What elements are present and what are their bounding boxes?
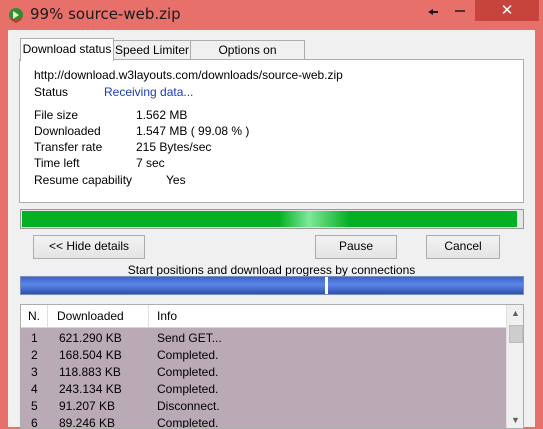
status-value: Receiving data... [104, 85, 194, 99]
column-header-n[interactable]: N. [28, 309, 40, 323]
cell-downloaded: 91.207 KB [59, 399, 116, 413]
column-divider [47, 305, 48, 327]
hide-details-button[interactable]: << Hide details [33, 235, 145, 259]
scroll-down-icon[interactable]: ▼ [507, 413, 523, 428]
transfer-rate-value: 215 Bytes/sec [136, 140, 212, 154]
maximize-icon [455, 10, 465, 12]
time-left-label: Time left [34, 156, 80, 170]
table-row[interactable]: 2 168.504 KB Completed. [21, 346, 506, 363]
cell-downloaded: 168.504 KB [59, 348, 122, 362]
cell-downloaded: 89.246 KB [59, 416, 116, 429]
status-label: Status [34, 85, 69, 99]
minimize-icon [428, 9, 438, 15]
table-row[interactable]: 4 243.134 KB Completed. [21, 380, 506, 397]
table-row[interactable]: 3 118.883 KB Completed. [21, 363, 506, 380]
download-status-panel: http://download.w3layouts.com/downloads/… [19, 59, 524, 203]
cell-info: Disconnect. [157, 399, 220, 413]
tab-label: Speed Limiter [114, 43, 190, 57]
table-row[interactable]: 5 91.207 KB Disconnect. [21, 397, 506, 414]
maximize-button[interactable] [446, 0, 474, 22]
cell-info: Completed. [157, 416, 219, 429]
column-divider [148, 305, 149, 327]
file-size-label: File size [34, 108, 79, 122]
cell-downloaded: 621.290 KB [59, 331, 122, 345]
downloaded-value: 1.547 MB ( 99.08 % ) [136, 124, 250, 138]
close-icon: ✕ [500, 1, 514, 19]
tab-options-on-completion[interactable]: Options on completion [190, 40, 305, 75]
cell-n: 2 [31, 348, 38, 362]
connections-table: N. Downloaded Info 1 621.290 KB Send GET… [20, 304, 524, 429]
cell-info: Completed. [157, 382, 219, 396]
cell-info: Completed. [157, 348, 219, 362]
table-row[interactable]: 1 621.290 KB Send GET... [21, 329, 506, 346]
cell-info: Send GET... [157, 331, 222, 345]
pause-button[interactable]: Pause [315, 235, 397, 259]
download-progress-bar [20, 209, 524, 229]
app-icon [9, 8, 23, 24]
resume-capability-value: Yes [166, 173, 186, 187]
cell-n: 3 [31, 365, 38, 379]
transfer-rate-label: Transfer rate [34, 140, 103, 154]
cell-n: 1 [31, 331, 38, 345]
window-title: 99% source-web.zip [30, 5, 181, 23]
cell-n: 4 [31, 382, 38, 396]
download-url: http://download.w3layouts.com/downloads/… [34, 68, 343, 82]
tab-download-status[interactable]: Download status [20, 38, 114, 61]
progress-fill [22, 211, 518, 227]
connections-progress-bar [20, 276, 524, 295]
cell-downloaded: 118.883 KB [59, 365, 121, 379]
column-header-info[interactable]: Info [157, 309, 177, 323]
time-left-value: 7 sec [136, 156, 165, 170]
cell-downloaded: 243.134 KB [59, 382, 122, 396]
cell-info: Completed. [157, 365, 219, 379]
table-scrollbar[interactable]: ▲ ▼ [506, 305, 523, 428]
title-bar: 99% source-web.zip ✕ [0, 0, 543, 30]
scroll-thumb[interactable] [509, 325, 523, 343]
resume-capability-label: Resume capability [34, 173, 133, 187]
minimize-button[interactable] [420, 0, 446, 22]
connection-start-marker [325, 277, 328, 294]
connections-caption: Start positions and download progress by… [127, 263, 416, 277]
cancel-button[interactable]: Cancel [426, 235, 500, 259]
file-size-value: 1.562 MB [136, 108, 188, 122]
close-button[interactable]: ✕ [475, 0, 539, 21]
dialog-client: Download status Speed Limiter Options on… [8, 30, 535, 429]
column-header-downloaded[interactable]: Downloaded [57, 309, 124, 323]
scroll-up-icon[interactable]: ▲ [507, 305, 523, 322]
tab-label: Download status [22, 42, 112, 56]
downloaded-label: Downloaded [34, 124, 101, 138]
table-header: N. Downloaded Info [21, 305, 506, 328]
tab-speed-limiter[interactable]: Speed Limiter [113, 40, 191, 60]
cell-n: 6 [31, 416, 38, 429]
cell-n: 5 [31, 399, 38, 413]
